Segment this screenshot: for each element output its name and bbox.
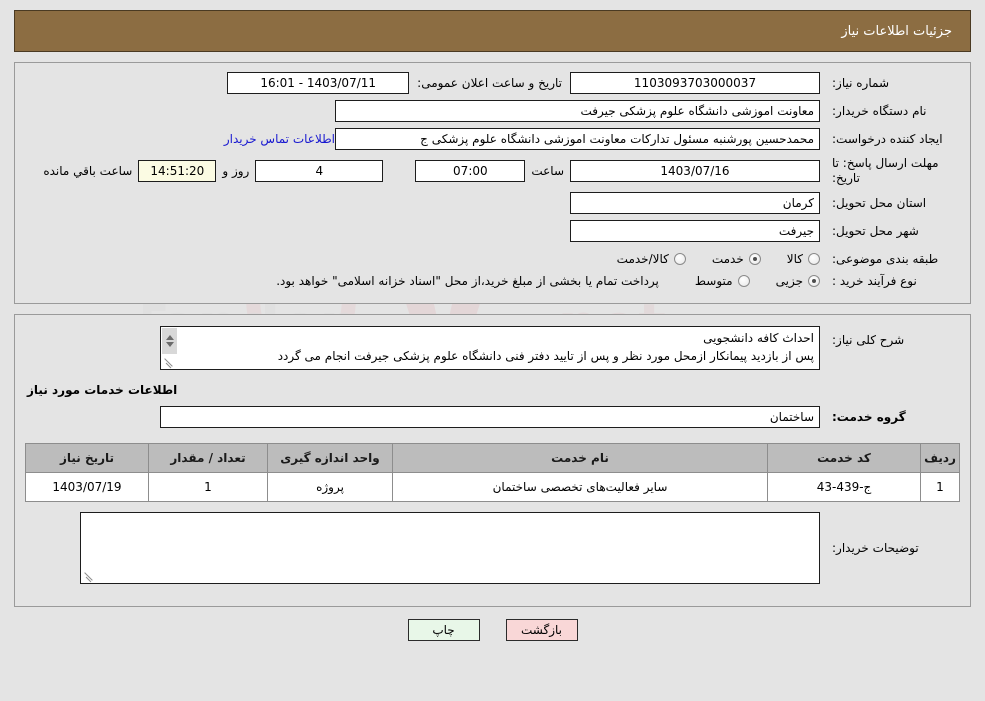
- table-row: 1 ج-439-43 سایر فعالیت‌های تخصصی ساختمان…: [25, 472, 960, 503]
- row-deadline: مهلت ارسال پاسخ: تا تاریخ: 1403/07/16 سا…: [15, 153, 970, 189]
- deadline-hour-value: 07:00: [415, 160, 526, 182]
- buyer-notes-text: [81, 513, 819, 517]
- row-service-group: گروه خدمت: ساختمان: [15, 403, 970, 431]
- col-quantity: تعداد / مقدار: [148, 443, 268, 474]
- cell-index: 1: [920, 472, 960, 503]
- process-option-label: جزیی: [775, 274, 803, 289]
- scroll-spinner[interactable]: [162, 328, 177, 355]
- row-need-number: شماره نیاز: 1103093703000037 تاریخ و ساع…: [15, 69, 970, 97]
- table-header-row: ردیف کد خدمت نام خدمت واحد اندازه گیری ت…: [25, 443, 960, 474]
- page-header: جزئیات اطلاعات نیاز: [14, 10, 971, 52]
- services-table: ردیف کد خدمت نام خدمت واحد اندازه گیری ت…: [25, 443, 960, 503]
- cell-service-code: ج-439-43: [767, 472, 921, 503]
- buyer-contact-link[interactable]: اطلاعات تماس خریدار: [218, 132, 335, 146]
- row-category: طبقه بندی موضوعی: کالا خدمت کالا/خدمت: [15, 245, 970, 270]
- buyer-notes-label: توضیحات خریدار:: [832, 541, 919, 556]
- radio-icon[interactable]: [737, 275, 750, 288]
- row-process-type: نوع فرآیند خرید : جزیی متوسط پرداخت تمام…: [15, 270, 970, 297]
- remaining-hours-label: ساعت باقي مانده: [43, 164, 133, 178]
- row-buyer-notes: توضیحات خریدار:: [15, 502, 970, 596]
- process-option-motevaset[interactable]: متوسط: [695, 274, 750, 288]
- city-label: شهر محل تحویل:: [832, 223, 919, 238]
- category-option-kala[interactable]: کالا: [787, 252, 820, 266]
- row-province: استان محل تحویل: کرمان: [15, 189, 970, 217]
- days-remaining-value: 4: [255, 160, 384, 182]
- row-buyer-org: نام دستگاه خریدار: معاونت اموزشی دانشگاه…: [15, 97, 970, 125]
- cell-service-name: سایر فعالیت‌های تخصصی ساختمان: [392, 472, 768, 503]
- process-radio-group: جزیی متوسط: [669, 274, 820, 288]
- city-value: جیرفت: [570, 220, 820, 242]
- resize-grip[interactable]: [163, 356, 175, 368]
- radio-icon[interactable]: [673, 253, 686, 266]
- category-option-label: کالا: [786, 252, 803, 267]
- category-radio-group: کالا خدمت کالا/خدمت: [591, 252, 820, 266]
- category-option-khedmat[interactable]: خدمت: [712, 252, 761, 266]
- page-title: جزئیات اطلاعات نیاز: [841, 23, 952, 39]
- need-number-label: شماره نیاز:: [832, 75, 889, 90]
- process-option-jozii[interactable]: جزیی: [776, 274, 820, 288]
- chevron-up-icon[interactable]: [165, 335, 174, 341]
- deadline-date-value: 1403/07/16: [570, 160, 820, 182]
- cell-quantity: 1: [148, 472, 268, 503]
- row-city: شهر محل تحویل: جیرفت: [15, 217, 970, 245]
- col-service-name: نام خدمت: [392, 443, 768, 474]
- category-option-kala-khedmat[interactable]: کالا/خدمت: [617, 252, 686, 266]
- print-button[interactable]: چاپ: [407, 619, 480, 642]
- col-service-code: کد خدمت: [767, 443, 921, 474]
- service-group-label: گروه خدمت:: [832, 410, 906, 425]
- row-creator: ایجاد کننده درخواست: محمدحسین پورشنبه مس…: [15, 125, 970, 153]
- back-button[interactable]: بازگشت: [505, 619, 578, 642]
- resize-grip[interactable]: [83, 570, 95, 582]
- process-type-label: نوع فرآیند خرید :: [832, 274, 917, 289]
- buyer-notes-textarea[interactable]: [80, 512, 820, 585]
- days-label: روز و: [222, 164, 250, 178]
- radio-icon[interactable]: [748, 253, 761, 266]
- category-option-label: خدمت: [711, 252, 744, 267]
- hour-label: ساعت: [531, 164, 564, 178]
- buyer-org-label: نام دستگاه خریدار:: [832, 103, 927, 118]
- process-note: پرداخت تمام یا بخشی از مبلغ خرید،از محل …: [276, 274, 659, 289]
- radio-icon[interactable]: [808, 275, 820, 288]
- details-panel: شرح کلی نیاز: احداث کافه دانشجویی پس از …: [14, 314, 971, 608]
- col-need-date: تاریخ نیاز: [25, 443, 149, 474]
- col-unit: واحد اندازه گیری: [267, 443, 393, 474]
- creator-label: ایجاد کننده درخواست:: [832, 131, 943, 146]
- description-label: شرح کلی نیاز:: [832, 333, 905, 348]
- category-option-label: کالا/خدمت: [616, 252, 669, 267]
- cell-need-date: 1403/07/19: [25, 472, 149, 503]
- row-description: شرح کلی نیاز: احداث کافه دانشجویی پس از …: [15, 323, 970, 373]
- col-index: ردیف: [920, 443, 960, 474]
- footer-actions: بازگشت چاپ: [0, 619, 985, 642]
- province-value: کرمان: [570, 192, 820, 214]
- need-info-panel: شماره نیاز: 1103093703000037 تاریخ و ساع…: [14, 62, 971, 305]
- service-group-value: ساختمان: [160, 406, 820, 429]
- description-text: احداث کافه دانشجویی پس از بازدید پیمانکا…: [277, 331, 814, 364]
- need-number-value: 1103093703000037: [570, 72, 820, 94]
- description-textarea[interactable]: احداث کافه دانشجویی پس از بازدید پیمانکا…: [160, 326, 820, 371]
- radio-icon[interactable]: [808, 253, 820, 266]
- cell-unit: پروژه: [267, 472, 393, 503]
- services-section-title: اطلاعات خدمات مورد نیاز: [27, 383, 178, 398]
- chevron-down-icon[interactable]: [165, 342, 174, 348]
- category-label: طبقه بندی موضوعی:: [832, 252, 939, 266]
- deadline-label: مهلت ارسال پاسخ: تا تاریخ:: [832, 156, 939, 185]
- public-announce-label: تاریخ و ساعت اعلان عمومی:: [417, 76, 562, 90]
- creator-value: محمدحسین پورشنبه مسئول تدارکات معاونت ام…: [335, 128, 820, 150]
- process-option-label: متوسط: [694, 274, 733, 289]
- buyer-org-value: معاونت اموزشی دانشگاه علوم پزشکی جیرفت: [335, 100, 820, 122]
- countdown-timer-value: 14:51:20: [138, 160, 217, 182]
- public-announce-value: 16:01 - 1403/07/11: [227, 72, 410, 94]
- province-label: استان محل تحویل:: [832, 195, 927, 210]
